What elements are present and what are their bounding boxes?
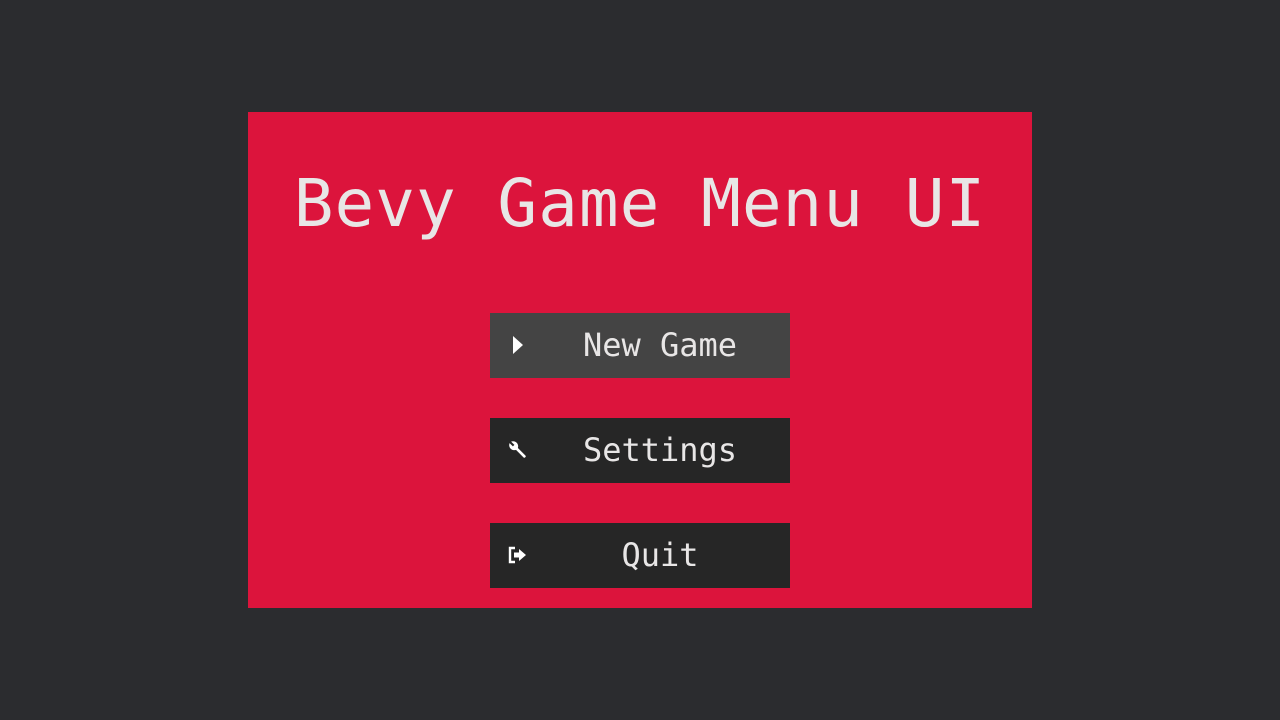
- quit-button[interactable]: Quit: [490, 523, 790, 588]
- exit-icon: [508, 546, 526, 564]
- play-icon: [513, 336, 523, 354]
- new-game-label: New Game: [582, 326, 738, 364]
- settings-button[interactable]: Settings: [490, 418, 790, 483]
- quit-label: Quit: [621, 536, 699, 574]
- menu-title: Bevy Game Menu UI: [293, 165, 987, 242]
- wrench-icon: [509, 441, 526, 458]
- new-game-button[interactable]: New Game: [490, 313, 790, 378]
- settings-label: Settings: [582, 431, 738, 469]
